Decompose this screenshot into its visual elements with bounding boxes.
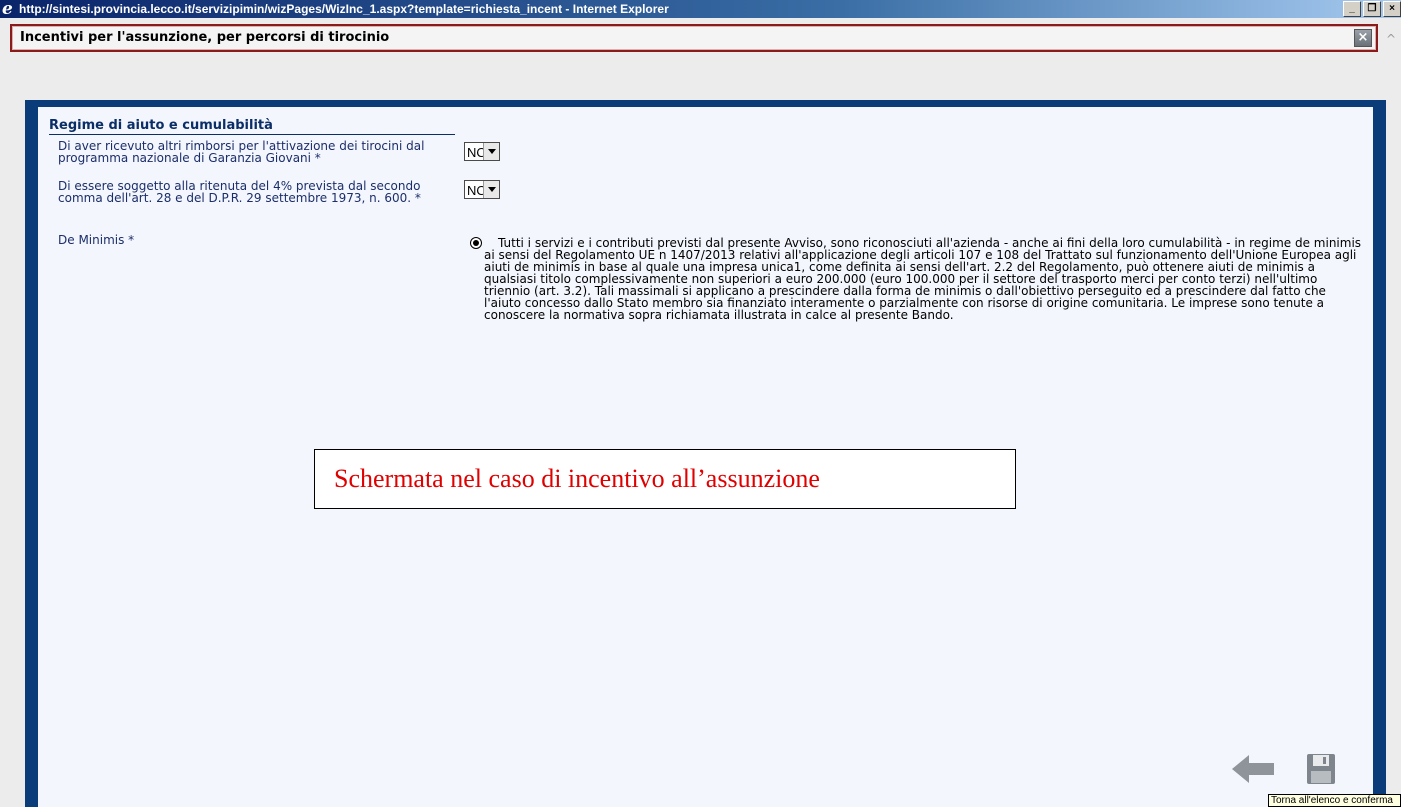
arrow-left-icon[interactable] bbox=[1232, 752, 1274, 786]
dialog-header: Incentivi per l'assunzione, per percorsi… bbox=[10, 24, 1378, 52]
field-label-de-minimis: De Minimis * bbox=[58, 233, 135, 247]
de-minimis-text: Tutti i servizi e i contributi previsti … bbox=[484, 236, 1362, 322]
de-minimis-radio[interactable] bbox=[470, 237, 482, 249]
chevron-down-icon[interactable] bbox=[483, 143, 499, 160]
select-rimborsi[interactable]: NO bbox=[464, 142, 500, 161]
internet-explorer-icon: e bbox=[2, 0, 13, 18]
browser-title-bar: e http://sintesi.provincia.lecco.it/serv… bbox=[0, 0, 1401, 18]
dialog-title: Incentivi per l'assunzione, per percorsi… bbox=[20, 30, 390, 45]
annotation-text: Schermata nel caso di incentivo all’assu… bbox=[334, 464, 820, 493]
minimize-button[interactable]: _ bbox=[1343, 1, 1361, 17]
maximize-button[interactable]: ❐ bbox=[1363, 1, 1381, 17]
dialog-close-button[interactable]: × bbox=[1354, 29, 1372, 47]
section-title: Regime di aiuto e cumulabilità bbox=[49, 118, 455, 135]
chevron-down-icon[interactable] bbox=[483, 181, 499, 198]
window-close-button[interactable]: × bbox=[1383, 1, 1401, 17]
window-title: http://sintesi.provincia.lecco.it/serviz… bbox=[19, 2, 669, 16]
select-ritenuta[interactable]: NO bbox=[464, 180, 500, 199]
field-label-ritenuta: Di essere soggetto alla ritenuta del 4% … bbox=[58, 179, 421, 205]
annotation-box: Schermata nel caso di incentivo all’assu… bbox=[314, 449, 1016, 509]
floppy-disk-icon[interactable] bbox=[1306, 752, 1336, 786]
scroll-up-arrow-icon[interactable]: ^ bbox=[1384, 32, 1398, 46]
field-label-rimborsi: Di aver ricevuto altri rimborsi per l'at… bbox=[58, 139, 425, 165]
window-controls: _ ❐ × bbox=[1343, 1, 1401, 17]
tooltip: Torna all'elenco e conferma bbox=[1268, 794, 1401, 807]
